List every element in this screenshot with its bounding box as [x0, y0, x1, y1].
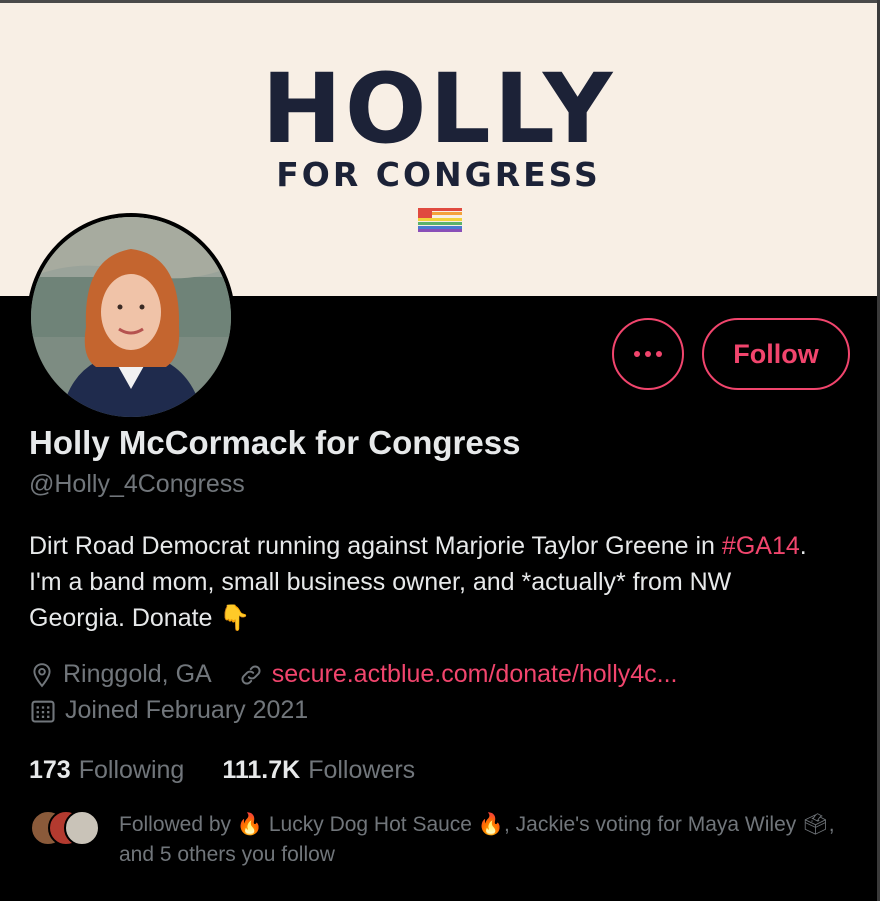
profile-handle: @Holly_4Congress [29, 470, 245, 498]
fire-emoji: 🔥 [477, 813, 504, 836]
followed-by-prefix: Followed by [119, 813, 237, 836]
more-options-button[interactable] [612, 318, 684, 390]
profile-location: Ringgold, GA [63, 660, 212, 688]
location-pin-icon [33, 662, 51, 687]
follower-name: , Jackie's voting for Maya Wiley [503, 813, 803, 836]
pointing-down-emoji: 👇 [219, 604, 251, 632]
profile-display-name: Holly McCormack for Congress [29, 424, 521, 461]
followers-label: Followers [308, 756, 416, 784]
banner-title: HOLLY [261, 53, 616, 165]
profile-meta-row: Ringgold, GA secure.actblue.com/donate/h… [29, 660, 678, 689]
profile-joined-date: Joined February 2021 [65, 696, 309, 724]
following-label: Following [78, 756, 185, 784]
profile-website-link[interactable]: secure.actblue.com/donate/holly4c... [272, 660, 678, 689]
ballot-box-emoji: 🗳 [802, 813, 829, 836]
profile-stats: 173 Following 111.7K Followers [29, 756, 415, 785]
avatar [64, 810, 100, 846]
followed-by-text[interactable]: Followed by 🔥 Lucky Dog Hot Sauce 🔥, Jac… [119, 810, 839, 870]
link-icon [241, 665, 261, 684]
profile-avatar[interactable] [27, 213, 235, 421]
followers-count: 111.7K [222, 756, 301, 784]
follower-name: Lucky Dog Hot Sauce [263, 813, 478, 836]
striped-flag-icon [418, 208, 462, 232]
more-dots-icon [634, 351, 640, 357]
calendar-icon [31, 700, 55, 723]
followers-stat[interactable]: 111.7K Followers [222, 756, 415, 785]
fire-emoji: 🔥 [236, 813, 264, 836]
profile-bio: Dirt Road Democrat running against Marjo… [29, 528, 829, 636]
follow-button[interactable]: Follow [702, 318, 850, 390]
bio-text: Dirt Road Democrat running against Marjo… [29, 532, 722, 560]
banner-subtitle: FOR CONGRESS [276, 155, 601, 194]
hashtag-link[interactable]: #GA14 [722, 532, 800, 560]
more-dot [656, 351, 662, 357]
following-stat[interactable]: 173 Following [29, 756, 184, 785]
following-count: 173 [29, 756, 71, 784]
joined-row: Joined February 2021 [29, 696, 308, 725]
more-dot [645, 351, 651, 357]
followed-by-avatars[interactable] [30, 810, 100, 846]
